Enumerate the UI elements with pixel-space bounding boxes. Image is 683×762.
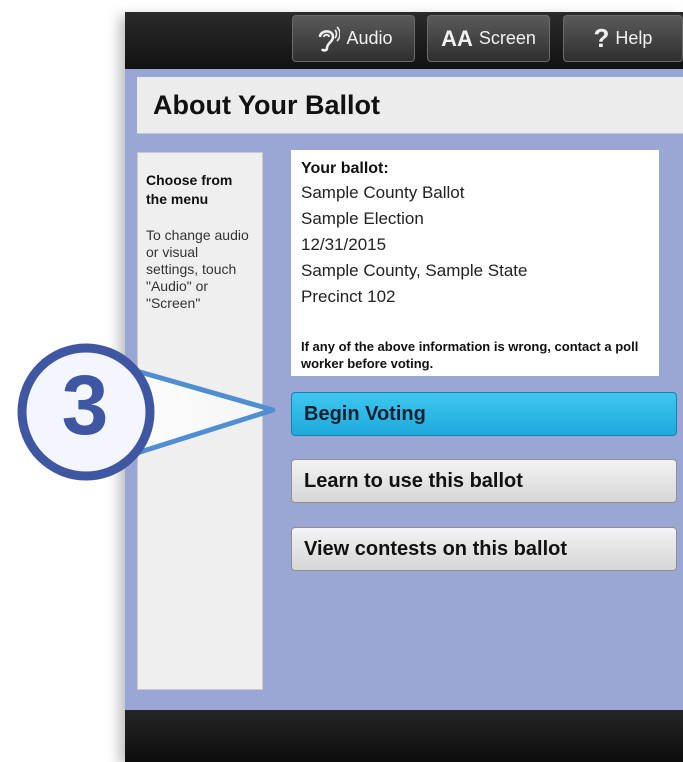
help-button-label: Help	[615, 28, 653, 48]
begin-voting-button[interactable]: Begin Voting	[291, 392, 677, 436]
top-toolbar: Audio AA Screen ? Help	[125, 12, 683, 69]
step-number: 3	[61, 357, 109, 452]
help-button[interactable]: ? Help	[563, 15, 683, 62]
view-contests-label: View contests on this ballot	[304, 537, 568, 560]
election-date: 12/31/2015	[301, 235, 387, 254]
election-name: Sample Election	[301, 209, 424, 228]
ballot-name: Sample County Ballot	[301, 183, 465, 202]
begin-voting-label: Begin Voting	[304, 402, 426, 425]
question-mark-icon: ?	[593, 23, 610, 53]
sidebar-heading: Choose from the menu	[146, 172, 233, 207]
ballot-info-heading: Your ballot:	[301, 160, 389, 177]
screen-button[interactable]: AA Screen	[427, 15, 550, 62]
view-contests-button[interactable]: View contests on this ballot	[291, 527, 677, 571]
info-warning: If any of the above information is wrong…	[301, 339, 639, 371]
sidebar-body: To change audio or visual settings, touc…	[146, 227, 249, 311]
page-title: About Your Ballot	[153, 90, 380, 120]
location: Sample County, Sample State	[301, 261, 528, 280]
bottom-bar	[125, 710, 683, 762]
audio-button[interactable]: Audio	[292, 15, 415, 62]
text-size-icon: AA	[441, 25, 473, 51]
voting-screen: Audio AA Screen ? Help About Your Ballot…	[125, 12, 683, 762]
ballot-info-panel: Your ballot: Sample County Ballot Sample…	[291, 150, 659, 376]
learn-ballot-label: Learn to use this ballot	[304, 469, 523, 492]
precinct: Precinct 102	[301, 287, 396, 306]
screen-button-label: Screen	[478, 28, 536, 48]
hearing-ear-icon	[319, 25, 341, 52]
learn-ballot-button[interactable]: Learn to use this ballot	[291, 459, 677, 503]
sidebar-instructions: Choose from the menu To change audio or …	[137, 152, 263, 690]
audio-button-label: Audio	[346, 28, 393, 48]
page-title-bar: About Your Ballot	[137, 77, 683, 134]
